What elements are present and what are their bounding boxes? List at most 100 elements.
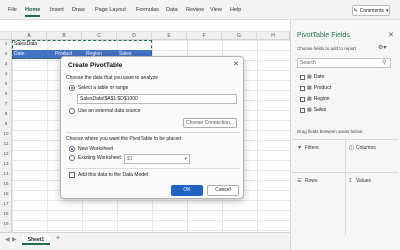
panel-subtitle: Choose fields to add to report: [297, 46, 357, 51]
section-data-label: Choose the data that you want to analyze: [66, 75, 159, 81]
zone-rows[interactable]: Rows: [305, 178, 318, 184]
row-header[interactable]: 17: [0, 201, 12, 206]
column-header[interactable]: A: [12, 32, 47, 40]
column-header[interactable]: H: [257, 32, 290, 40]
row-header[interactable]: 5: [0, 81, 12, 86]
row-header[interactable]: 10: [0, 131, 12, 136]
section-placement-label: Choose where you want the PivotTable to …: [66, 136, 182, 142]
row-header-column: 1 2 3 4 5 6 7 8 9 10 11 12 13 14 15 16 1…: [0, 40, 12, 232]
drag-fields-hint: Drag fields between areas below: [297, 129, 363, 134]
choose-connection-button[interactable]: Choose Connection...: [183, 118, 237, 128]
tab-help[interactable]: Help: [230, 7, 241, 13]
rows-icon: ☰: [297, 178, 302, 184]
comment-icon: ✎: [353, 7, 358, 14]
tab-file[interactable]: File: [8, 7, 17, 13]
column-header[interactable]: F: [187, 32, 222, 40]
tab-page-layout[interactable]: Page Layout: [95, 7, 126, 13]
tab-view[interactable]: View: [210, 7, 222, 13]
comments-button[interactable]: ✎ Comments ▾: [352, 5, 390, 16]
field-label: Sales: [313, 107, 327, 113]
chevron-down-icon[interactable]: ▾: [184, 155, 187, 163]
row-header[interactable]: 15: [0, 181, 12, 186]
tab-home[interactable]: Home: [25, 7, 40, 13]
add-sheet-button[interactable]: +: [56, 235, 60, 242]
chevron-right-icon[interactable]: ▶: [12, 236, 17, 243]
close-icon[interactable]: ✕: [233, 60, 239, 68]
field-label: Product: [313, 85, 331, 91]
zone-columns[interactable]: Columns: [356, 145, 376, 151]
chevron-down-icon: ▾: [385, 7, 389, 14]
tab-formulas[interactable]: Formulas: [136, 7, 159, 13]
row-header[interactable]: 13: [0, 161, 12, 166]
field-item-sales[interactable]: ▦ Sales: [300, 107, 326, 113]
row-header[interactable]: 2: [0, 51, 12, 56]
field-checkbox[interactable]: [300, 107, 305, 113]
filter-icon: ▼: [297, 145, 302, 151]
ribbon: File Home Insert Draw Page Layout Formul…: [0, 0, 400, 20]
tab-insert[interactable]: Insert: [50, 7, 64, 13]
zone-divider: [292, 172, 398, 173]
columns-icon: ◫: [349, 145, 354, 151]
row-header[interactable]: 11: [0, 141, 12, 146]
tab-draw[interactable]: Draw: [72, 7, 85, 13]
range-input[interactable]: SalesData!$A$1:$D$1000: [77, 94, 237, 104]
create-pivottable-dialog: Create PivotTable ✕ Choose the data that…: [60, 56, 244, 199]
radio-existing-worksheet[interactable]: [69, 155, 75, 161]
sheet-tab-sheet1[interactable]: Sheet1: [22, 235, 50, 245]
close-icon[interactable]: ✕: [388, 31, 394, 39]
row-header[interactable]: 14: [0, 171, 12, 176]
row-header[interactable]: 9: [0, 121, 12, 126]
select-all-corner[interactable]: [0, 32, 12, 40]
tab-review[interactable]: Review: [186, 7, 204, 13]
row-header[interactable]: 19: [0, 221, 12, 226]
formula-bar[interactable]: [0, 20, 290, 32]
existing-worksheet-input[interactable]: $1 ▾: [124, 154, 190, 164]
active-tab-indicator: [25, 15, 40, 17]
dialog-divider: [66, 168, 240, 169]
table-icon: ▦: [307, 85, 312, 91]
row-header[interactable]: 18: [0, 211, 12, 216]
table-icon: ▦: [307, 74, 312, 80]
field-search-input[interactable]: Search: [297, 58, 391, 68]
field-checkbox[interactable]: [300, 96, 305, 102]
row-header[interactable]: 16: [0, 191, 12, 196]
radio-select-table-label: Select a table or range: [78, 85, 129, 91]
zone-divider: [345, 139, 346, 235]
zone-filters[interactable]: Filters: [305, 145, 319, 151]
row-header[interactable]: 1: [0, 41, 12, 46]
tab-data[interactable]: Data: [166, 7, 178, 13]
existing-worksheet-value: $1: [127, 156, 133, 162]
data-model-label: Add this data to the Data Model: [78, 172, 149, 178]
row-header[interactable]: 3: [0, 61, 12, 66]
row-header[interactable]: 6: [0, 91, 12, 96]
column-header[interactable]: D: [117, 32, 152, 40]
table-icon: ▦: [307, 96, 312, 102]
data-model-checkbox[interactable]: [69, 172, 75, 178]
row-header[interactable]: 7: [0, 101, 12, 106]
table-icon: ▦: [307, 107, 312, 113]
field-item-product[interactable]: ▦ Product: [300, 85, 331, 91]
cancel-button[interactable]: Cancel: [207, 185, 239, 196]
field-item-date[interactable]: ▦ Date: [300, 74, 324, 80]
column-header[interactable]: C: [82, 32, 117, 40]
ok-button[interactable]: OK: [171, 185, 203, 196]
field-item-region[interactable]: ▦ Region: [300, 96, 330, 102]
sigma-icon: Σ: [349, 178, 353, 184]
column-header[interactable]: B: [47, 32, 82, 40]
radio-new-worksheet[interactable]: [69, 146, 75, 152]
radio-external-source-label: Use an external data source: [78, 108, 141, 114]
row-header[interactable]: 12: [0, 151, 12, 156]
zone-values[interactable]: Values: [356, 178, 371, 184]
column-header-row: A B C D E F G H: [0, 32, 290, 40]
field-checkbox[interactable]: [300, 74, 305, 80]
gear-icon[interactable]: ⚙▾: [378, 44, 386, 51]
comments-label: Comments: [359, 7, 384, 14]
radio-external-source[interactable]: [69, 108, 75, 114]
column-header[interactable]: E: [152, 32, 187, 40]
column-header[interactable]: G: [222, 32, 257, 40]
chevron-left-icon[interactable]: ◀: [5, 236, 10, 243]
row-header[interactable]: 8: [0, 111, 12, 116]
field-checkbox[interactable]: [300, 85, 305, 91]
row-header[interactable]: 4: [0, 71, 12, 76]
radio-select-table[interactable]: [69, 85, 75, 91]
